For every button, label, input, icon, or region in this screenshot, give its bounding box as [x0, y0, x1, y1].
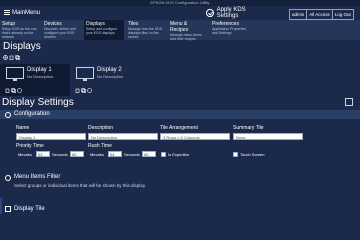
- copy-icon[interactable]: [81, 88, 86, 93]
- priority-minutes-field[interactable]: 03: [36, 151, 50, 157]
- tab-preferences[interactable]: Preferences Application Properties and S…: [210, 20, 254, 40]
- tile-arrangement-select[interactable]: 3 Rows x 5 Columns: [160, 133, 230, 140]
- collapse-icon[interactable]: [345, 98, 353, 106]
- user-box: admin All Access Log Out: [289, 9, 354, 20]
- tab-desc: Manage how the KDS displays tiles on the…: [128, 27, 163, 39]
- name-field[interactable]: Display 1: [16, 133, 86, 140]
- expand-circle-icon: [5, 175, 11, 181]
- display-name: Display 2: [97, 67, 122, 73]
- copy-icon[interactable]: [11, 88, 16, 93]
- expand-square-icon: [5, 206, 11, 212]
- description-label: Description: [88, 125, 114, 131]
- hamburger-icon: [4, 10, 10, 15]
- rush-seconds-field[interactable]: 00: [142, 151, 156, 157]
- is-expeditor-label: Is Expeditor: [168, 152, 190, 157]
- tab-devices[interactable]: Devices Discover, define and configure y…: [42, 20, 82, 40]
- rush-time-label: Rush Time: [88, 143, 112, 149]
- rush-seconds-label: Seconds: [124, 152, 140, 157]
- display-name: Display 1: [27, 67, 52, 73]
- display-settings-title: Display Settings: [2, 97, 74, 108]
- configuration-title: Configuration: [14, 111, 50, 117]
- configuration-header[interactable]: Configuration: [0, 110, 360, 119]
- main-menu-button[interactable]: MainMenu: [4, 8, 44, 17]
- tab-tiles[interactable]: Tiles Manage how the KDS displays tiles …: [126, 20, 166, 40]
- info-icon[interactable]: [87, 88, 92, 93]
- display-card-icons: [5, 88, 23, 93]
- tab-setup[interactable]: Setup Setup KDS as the one that's alread…: [0, 20, 40, 40]
- logout-button[interactable]: Log Out: [333, 10, 353, 19]
- tab-desc: Application Properties and Settings: [212, 27, 247, 35]
- display-tile-title: Display Tile: [14, 206, 45, 212]
- info-icon[interactable]: [17, 88, 22, 93]
- tile-arrangement-label: Tile Arrangement: [160, 125, 198, 131]
- tab-desc: Setup KDS as the one that's already on t…: [2, 27, 37, 39]
- tab-desc: Manage menu items and their recipes: [170, 33, 202, 41]
- summary-tile-select[interactable]: None: [233, 133, 303, 140]
- display-description: No Description: [27, 74, 54, 79]
- access-level: All Access: [307, 10, 333, 19]
- priority-time-label: Priority Time: [16, 143, 44, 149]
- touch-screen-label: Touch Screen: [240, 152, 265, 157]
- priority-seconds-field[interactable]: 00: [70, 151, 84, 157]
- top-bar: MainMenu Apply KDS Settings admin All Ac…: [0, 6, 360, 20]
- touch-screen-checkbox[interactable]: [233, 152, 238, 157]
- display-description: No Description: [97, 74, 124, 79]
- delete-icon[interactable]: [5, 88, 10, 93]
- apply-label: Apply KDS Settings: [216, 7, 246, 19]
- tab-displays[interactable]: Displays Setup and configure your KDS di…: [84, 20, 124, 40]
- name-label: Name: [16, 125, 30, 131]
- copy-display-icon[interactable]: [15, 55, 20, 60]
- add-display-icon[interactable]: [3, 55, 8, 60]
- priority-seconds-label: Seconds: [52, 152, 68, 157]
- displays-toolbar: [3, 55, 21, 60]
- apply-kds-settings-button[interactable]: Apply KDS Settings: [206, 7, 266, 19]
- monitor-icon: [6, 67, 24, 81]
- menu-items-filter-subtitle: Select groups or individual items that w…: [14, 183, 146, 188]
- monitor-icon: [76, 67, 94, 81]
- menu-items-filter-title: Menu Items Filter: [14, 174, 61, 180]
- priority-minutes-label: Minutes: [18, 152, 33, 157]
- tab-menu-recipes[interactable]: Menu & Recipes Manage menu items and the…: [168, 20, 208, 41]
- tab-bar: Setup Setup KDS as the one that's alread…: [0, 20, 360, 41]
- username: admin: [290, 10, 308, 19]
- displays-section-title: Displays: [3, 41, 41, 52]
- rush-minutes-label: Minutes: [90, 152, 105, 157]
- check-circle-icon: [206, 9, 214, 17]
- summary-tile-label: Summary Tile: [233, 125, 264, 131]
- delete-icon[interactable]: [75, 88, 80, 93]
- window-title: EPSON KDS Configuration Utility: [150, 0, 210, 5]
- display-card-icons: [75, 88, 93, 93]
- tab-desc: Discover, define and configure your KDS …: [44, 27, 76, 39]
- tab-title: Menu & Recipes: [170, 21, 189, 33]
- is-expeditor-checkbox[interactable]: [161, 152, 166, 157]
- rush-minutes-field[interactable]: 04: [108, 151, 122, 157]
- remove-display-icon[interactable]: [9, 55, 14, 60]
- display-card-1[interactable]: Display 1 No Description: [0, 64, 70, 96]
- main-menu-label: MainMenu: [12, 9, 41, 16]
- display-card-2[interactable]: Display 2 No Description: [70, 64, 140, 96]
- description-field[interactable]: No Description: [88, 133, 158, 140]
- display-list: Display 1 No Description Display 2 No De…: [0, 64, 360, 96]
- tab-desc: Setup and configure your KDS displays: [86, 27, 118, 35]
- collapse-circle-icon: [5, 111, 11, 118]
- left-edge-accent: [0, 198, 2, 214]
